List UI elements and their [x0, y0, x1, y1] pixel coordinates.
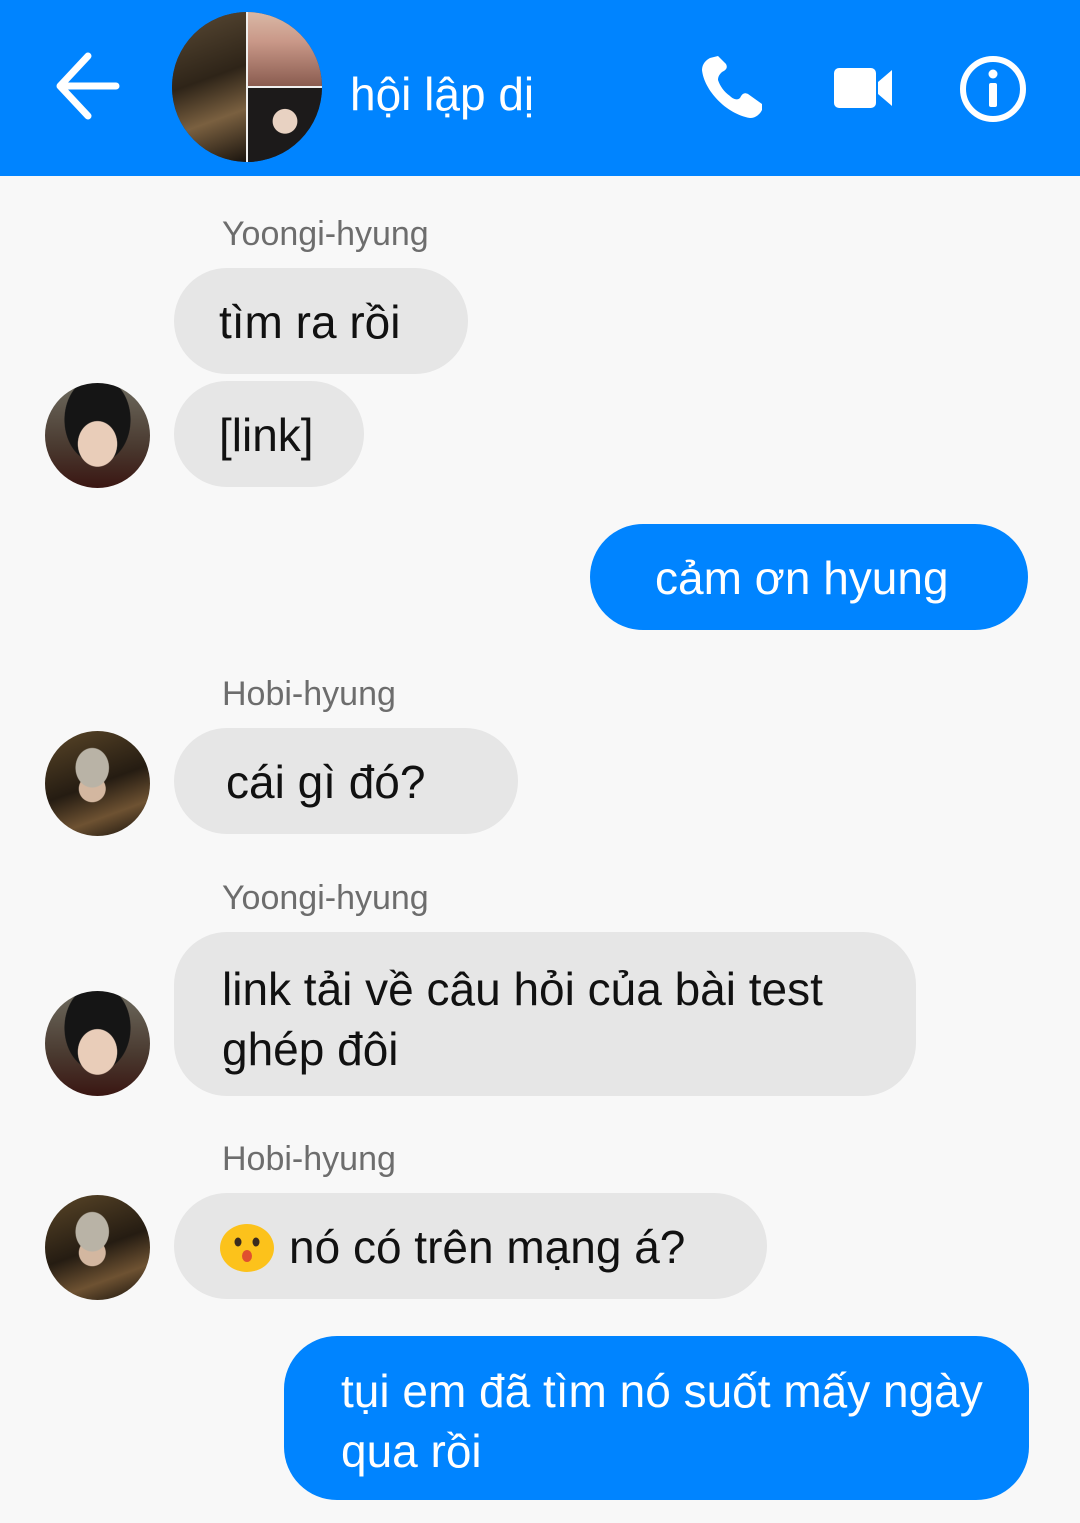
message-bubble-incoming[interactable]: nó có trên mạng á? [174, 1193, 767, 1299]
avatar[interactable] [45, 731, 150, 836]
group-avatar[interactable] [172, 12, 322, 162]
message-bubble-incoming[interactable]: tìm ra rồi [174, 268, 468, 374]
message-bubble-incoming[interactable]: cái gì đó? [174, 728, 518, 834]
sender-name: Hobi-hyung [222, 675, 396, 713]
message-bubble-incoming[interactable]: [link] [174, 381, 364, 487]
message-bubble-incoming[interactable]: link tải về câu hỏi của bài test ghép đô… [174, 932, 916, 1096]
chat-header: hội lập dị [0, 0, 1080, 176]
group-avatar-photo-3 [248, 88, 322, 162]
group-avatar-photo-1 [172, 12, 246, 162]
message-bubble-outgoing[interactable]: tụi em đã tìm nó suốt mấy ngày qua rồi [284, 1336, 1029, 1500]
avatar[interactable] [45, 383, 150, 488]
avatar-divider [246, 86, 322, 88]
hushed-face-emoji [220, 1223, 274, 1272]
info-icon[interactable] [958, 54, 1028, 124]
sender-name: Yoongi-hyung [222, 879, 429, 917]
sender-name: Hobi-hyung [222, 1140, 396, 1178]
avatar[interactable] [45, 991, 150, 1096]
sender-name: Yoongi-hyung [222, 215, 429, 253]
phone-icon[interactable] [696, 52, 768, 124]
back-arrow-icon[interactable] [52, 48, 124, 124]
group-avatar-photo-2 [248, 12, 322, 86]
message-bubble-outgoing[interactable]: cảm ơn hyung [590, 524, 1028, 630]
avatar[interactable] [45, 1195, 150, 1300]
message-text: nó có trên mạng á? [289, 1221, 686, 1273]
video-camera-icon[interactable] [826, 52, 898, 124]
chat-title[interactable]: hội lập dị [350, 66, 534, 122]
